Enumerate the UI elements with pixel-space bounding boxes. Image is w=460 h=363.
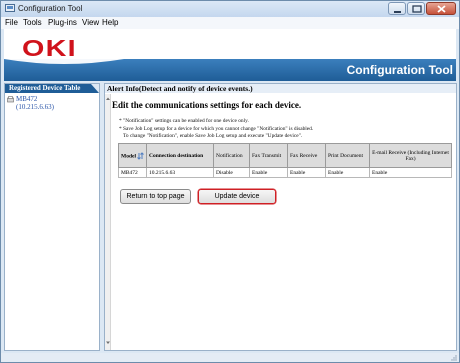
column-header-fax-receive: Fax Receive xyxy=(287,143,326,168)
column-header-model[interactable]: Model xyxy=(118,143,147,168)
sidebar-header: Registered Device Table xyxy=(5,84,99,93)
cell-email-receive[interactable]: Enable xyxy=(369,167,452,178)
cell-fax-transmit[interactable]: Enable xyxy=(249,167,288,178)
sort-icon[interactable] xyxy=(137,151,144,160)
close-icon xyxy=(437,5,446,13)
title-bar: Configuration Tool xyxy=(1,1,459,17)
app-icon xyxy=(5,4,15,12)
sidebar-title: Registered Device Table xyxy=(9,84,81,92)
sidebar: Registered Device Table MB472 (10.215.6.… xyxy=(4,83,100,351)
main-panel: Alert Info(Detect and notify of device e… xyxy=(104,83,457,351)
minimize-icon xyxy=(394,11,401,13)
cell-notification[interactable]: Disable xyxy=(213,167,250,178)
cell-connection: 10.215.6.63 xyxy=(146,167,214,178)
column-header-fax-transmit: Fax Transmit xyxy=(249,143,288,168)
printer-icon xyxy=(7,96,14,103)
banner-title: Configuration Tool xyxy=(346,63,453,77)
application-window: Configuration Tool File Tools Plug-ins V… xyxy=(0,0,460,363)
device-settings-table: Model Connection destination Notificatio… xyxy=(118,143,452,178)
model-header-label: Model xyxy=(121,152,136,159)
window-title: Configuration Tool xyxy=(18,4,83,13)
content-title: Edit the communications settings for eac… xyxy=(112,100,302,110)
app-header: OKI Configuration Tool xyxy=(4,29,456,81)
table-row: MB472 10.215.6.63 Disable Enable Enable … xyxy=(118,167,452,178)
menu-plug-ins[interactable]: Plug-ins xyxy=(48,18,77,27)
cell-fax-receive[interactable]: Enable xyxy=(287,167,326,178)
note-change-notification: To change "Notification", enable Save Jo… xyxy=(123,133,303,139)
column-header-print-document: Print Document xyxy=(325,143,370,168)
resize-grip-icon[interactable] xyxy=(450,354,457,361)
main-header: Alert Info(Detect and notify of device e… xyxy=(105,84,456,93)
note-notification-single: * "Notification" settings can be enabled… xyxy=(119,118,249,124)
menu-bar: File Tools Plug-ins View Help xyxy=(1,17,459,29)
minimize-button[interactable] xyxy=(388,2,406,15)
column-header-notification: Notification xyxy=(213,143,250,168)
update-device-button[interactable]: Update device xyxy=(198,189,276,204)
scroll-down-arrow-icon[interactable] xyxy=(105,340,111,346)
cell-print-document[interactable]: Enable xyxy=(325,167,370,178)
title-banner: Configuration Tool xyxy=(4,59,456,81)
status-bar xyxy=(1,353,459,362)
menu-tools[interactable]: Tools xyxy=(23,18,42,27)
maximize-icon xyxy=(412,5,422,13)
maximize-button[interactable] xyxy=(407,2,425,15)
cell-model: MB472 xyxy=(118,167,147,178)
device-name: MB472 xyxy=(16,95,38,103)
menu-help[interactable]: Help xyxy=(102,18,118,27)
column-header-email-receive: E-mail Receive (Including Internet Fax) xyxy=(369,143,452,168)
device-ip: (10.215.6.63) xyxy=(16,103,54,111)
menu-view[interactable]: View xyxy=(82,18,99,27)
table-header-row: Model Connection destination Notificatio… xyxy=(118,143,452,168)
scroll-up-arrow-icon[interactable] xyxy=(105,96,111,102)
return-to-top-button[interactable]: Return to top page xyxy=(120,189,191,204)
sidebar-tab-icon xyxy=(91,84,99,93)
oki-logo: OKI xyxy=(22,35,77,61)
main-header-text: Alert Info(Detect and notify of device e… xyxy=(107,84,253,93)
column-header-connection: Connection destination xyxy=(146,143,214,168)
menu-file[interactable]: File xyxy=(5,18,18,27)
note-save-job-log: * Save Job Log setup for a device for wh… xyxy=(119,126,314,132)
vertical-scrollbar[interactable] xyxy=(105,94,111,350)
close-button[interactable] xyxy=(426,2,456,15)
